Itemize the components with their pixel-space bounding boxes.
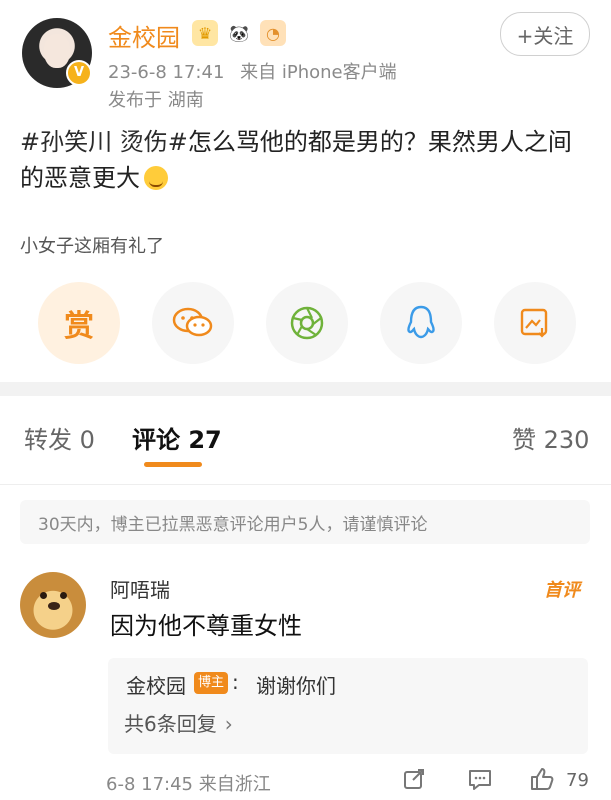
reward-button[interactable]: 赏 [38,282,120,364]
reward-label: 赏 [64,309,94,344]
view-replies-link[interactable]: 共6条回复 › [124,708,233,737]
post-source: 来自 iPhone客户端 [240,62,397,83]
comment-time-location: 6-8 17:45 来自浙江 [106,774,271,795]
avatar-eye [60,592,67,599]
reply-comment-button[interactable] [466,766,494,792]
like-comment-button[interactable] [528,766,556,792]
chevron-right-icon: › [224,712,233,736]
wechat-icon [172,307,213,337]
comment-notice: 30天内，博主已拉黑恶意评论用户5人，请谨慎评论 [20,500,590,544]
tab-divider [0,484,611,485]
crown-badge-icon: ♛ [192,20,218,46]
grin-emoji-icon [144,166,168,190]
repost-comment-button[interactable] [400,766,428,792]
post-topic-link[interactable]: #孙笑川 烫伤# [20,128,188,156]
view-replies-label: 共6条回复 [124,712,217,736]
reply-text: 谢谢你们 [256,674,336,698]
share-wechat-button[interactable] [152,282,234,364]
tab-reposts[interactable]: 转发 0 [24,420,95,455]
save-image-button[interactable] [494,282,576,364]
user-badges: ♛ 🐼 ◔ [192,20,286,46]
share-moments-button[interactable] [266,282,348,364]
avatar-nose [48,602,60,610]
follow-button[interactable]: +关注 [500,12,590,56]
post-location: 发布于 湖南 [108,90,204,111]
post-content: #孙笑川 烫伤#怎么骂他的都是男的？果然男人之间的恶意更大 [20,124,585,196]
share-edit-icon [404,769,424,789]
like-count: 79 [566,770,589,791]
tab-comments[interactable]: 评论 27 [132,420,222,455]
post-author-name[interactable]: 金校园 [108,18,180,53]
moments-aperture-icon [290,306,324,340]
comment-bubble-icon [469,770,491,790]
tab-likes[interactable]: 赞 230 [512,420,589,455]
top-comment-badge: 首评 [544,580,580,601]
reply-colon: : [232,670,239,694]
share-row: 赏 [0,282,611,374]
section-divider [0,382,611,396]
commenter-avatar[interactable] [20,572,86,638]
post-time: 23-6-8 17:41 [108,62,225,83]
thumbs-up-icon [531,768,554,790]
panda-badge-icon: 🐼 [226,20,252,46]
commenter-name[interactable]: 阿唔瑞 [110,574,170,603]
share-qq-button[interactable] [380,282,462,364]
avatar-face [44,34,70,68]
verified-badge-icon: V [66,60,92,86]
active-tab-indicator [144,462,202,467]
comment-text: 因为他不尊重女性 [110,612,302,640]
save-image-icon [520,308,548,338]
blogger-tag: 博主 [194,672,229,694]
reply-author[interactable]: 金校园 [126,670,186,699]
post-signature: 小女子这厢有礼了 [20,236,164,257]
avatar-eye [40,592,47,599]
post-meta: 23-6-8 17:41 来自 iPhone客户端 [108,58,397,84]
fish-badge-icon: ◔ [260,20,286,46]
qq-penguin-icon [407,305,435,339]
